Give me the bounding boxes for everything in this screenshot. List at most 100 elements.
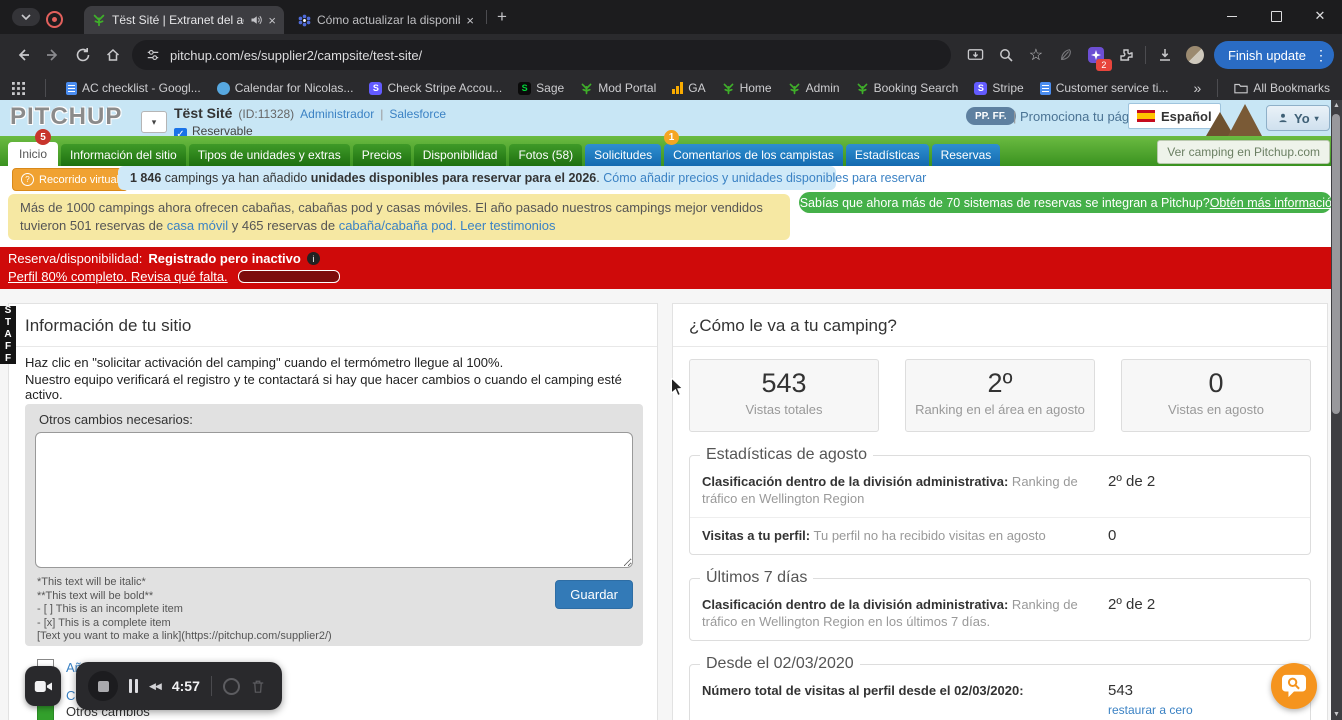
bookmark-item[interactable]: S Stripe <box>974 81 1024 95</box>
page-scrollbar[interactable]: ▲ ▼ <box>1331 100 1342 720</box>
browser-menu-icon[interactable]: ⋮ <box>1314 47 1328 64</box>
tab-informacion-del-sitio[interactable]: Información del sitio <box>61 144 186 166</box>
forward-button[interactable] <box>38 40 68 70</box>
rewind-icon[interactable]: ◀◀ <box>149 681 162 692</box>
bookmark-item[interactable]: Mod Portal <box>580 81 656 95</box>
pitchup-icon <box>789 83 800 94</box>
ppff-badge[interactable]: PP. FF. <box>966 107 1016 125</box>
reload-button[interactable] <box>68 40 98 70</box>
bookmark-star-icon[interactable]: ☆ <box>1021 40 1051 70</box>
restart-recording-icon[interactable] <box>222 677 240 695</box>
tab-tipos-de-unidades[interactable]: Tipos de unidades y extras <box>188 144 350 166</box>
site-info-icon[interactable] <box>146 48 160 62</box>
window-close-button[interactable]: ✕ <box>1298 0 1342 32</box>
tab-title: Tëst Sité | Extranet del admi <box>112 13 244 27</box>
bookmark-item[interactable]: Home <box>722 81 772 95</box>
testimonials-link[interactable]: Leer testimonios <box>460 218 555 233</box>
bookmark-item[interactable]: S Check Stripe Accou... <box>369 81 502 95</box>
staff-tab[interactable]: STAFF <box>0 305 16 365</box>
site-dropdown-button[interactable]: ▾ <box>141 111 167 133</box>
sage-icon: S <box>518 81 532 95</box>
section-last-7-days: Últimos 7 días Clasificación dentro de l… <box>689 569 1311 641</box>
logo-notification-badge: 5 <box>35 129 51 145</box>
profile-completeness-link[interactable]: Perfil 80% completo. Revisa qué falta. <box>8 269 228 284</box>
other-changes-textarea[interactable] <box>35 432 633 568</box>
all-bookmarks-button[interactable]: All Bookmarks <box>1234 81 1330 95</box>
extensions-puzzle-icon[interactable] <box>1111 40 1141 70</box>
bookmark-item[interactable]: GA <box>672 81 706 95</box>
tab-fotos[interactable]: Fotos (58) <box>509 144 583 166</box>
stat-card-ranking: 2º Ranking en el área en agosto <box>905 359 1095 432</box>
bookmark-item[interactable]: S Sage <box>518 81 564 95</box>
add-prices-link[interactable]: Cómo añadir precios y unidades disponibl… <box>603 171 926 185</box>
tab-close-icon[interactable]: × <box>268 13 276 28</box>
info-icon[interactable]: i <box>306 252 320 265</box>
cabin-pod-link[interactable]: cabaña/cabaña pod. <box>339 218 457 233</box>
activation-instructions: Haz clic en "solicitar activación del ca… <box>25 355 504 370</box>
bookmark-item[interactable]: Booking Search <box>856 81 958 95</box>
tab-solicitudes[interactable]: Solicitudes <box>585 144 662 166</box>
bookmark-item[interactable]: Admin <box>788 81 840 95</box>
bookmarks-overflow-button[interactable]: » <box>1194 80 1202 96</box>
extension-purple-icon[interactable]: 2 <box>1081 40 1112 71</box>
tab-estadisticas[interactable]: Estadísticas <box>845 144 929 166</box>
tab-inicio[interactable]: Inicio <box>8 142 59 166</box>
recording-time: 4:57 <box>171 678 200 694</box>
save-button[interactable]: Guardar <box>555 580 633 609</box>
administrator-link[interactable]: Administrador <box>300 107 374 121</box>
home-button[interactable] <box>98 40 128 70</box>
tab-reservas[interactable]: Reservas <box>931 144 1001 166</box>
camera-toggle-button[interactable] <box>25 666 61 706</box>
bookmark-item[interactable]: Customer service ti... <box>1039 81 1168 95</box>
view-site-button[interactable]: Ver camping en Pitchup.com <box>1157 140 1330 164</box>
tab-disponibilidad[interactable]: Disponibilidad <box>413 144 507 166</box>
browser-tab-active[interactable]: Tëst Sité | Extranet del admi × <box>84 6 284 34</box>
back-button[interactable] <box>8 40 38 70</box>
address-bar[interactable]: pitchup.com/es/supplier2/campsite/test-s… <box>132 40 951 70</box>
bookmark-item[interactable]: AC checklist - Googl... <box>66 81 201 95</box>
apps-grid-icon[interactable] <box>12 81 25 95</box>
tab-search-button[interactable] <box>12 8 40 26</box>
pitchup-logo[interactable]: PITCHUP <box>10 103 122 131</box>
panel-title: Información de tu sitio <box>9 304 657 347</box>
tab-close-icon[interactable]: × <box>466 13 474 28</box>
delete-recording-icon[interactable] <box>251 679 265 694</box>
pause-recording-button[interactable] <box>129 679 138 693</box>
cabins-banner: Más de 1000 campings ahora ofrecen cabañ… <box>8 194 790 240</box>
profile-avatar[interactable] <box>1180 40 1210 70</box>
scroll-up-arrow[interactable]: ▲ <box>1331 102 1342 109</box>
browser-tab-inactive[interactable]: Cómo actualizar la disponibilid × <box>290 6 482 34</box>
other-changes-label: Otros cambios necesarios: <box>39 412 193 427</box>
learn-more-link[interactable]: Obtén más información <box>1210 196 1339 210</box>
downloads-icon[interactable] <box>1150 40 1180 70</box>
salesforce-link[interactable]: Salesforce <box>389 107 446 121</box>
stat-row: Clasificación dentro de la división admi… <box>702 473 1156 506</box>
mobile-home-link[interactable]: casa móvil <box>167 218 228 233</box>
spain-flag-icon <box>1137 110 1155 122</box>
scroll-down-arrow[interactable]: ▼ <box>1331 711 1342 718</box>
stat-cards: 543 Vistas totales 2º Ranking en el área… <box>689 359 1311 432</box>
bookmark-item[interactable]: Calendar for Nicolas... <box>216 81 353 95</box>
zoom-icon[interactable] <box>991 40 1021 70</box>
section-august-stats: Estadísticas de agosto Clasificación den… <box>689 446 1311 555</box>
markdown-help: *This text will be italic* **This text w… <box>37 576 332 642</box>
help-chat-button[interactable] <box>1271 663 1317 709</box>
user-menu-button[interactable]: Yo ▾ <box>1266 105 1330 131</box>
tab-precios[interactable]: Precios <box>352 144 411 166</box>
tab-comentarios[interactable]: Comentarios de los campistas <box>664 144 843 166</box>
finish-update-button[interactable]: Finish update ⋮ <box>1213 41 1334 69</box>
window-minimize-button[interactable] <box>1210 0 1254 32</box>
window-maximize-button[interactable] <box>1254 0 1298 32</box>
browser-tab-strip: Tëst Sité | Extranet del admi × Cómo act… <box>0 0 1342 34</box>
stop-recording-button[interactable] <box>88 671 118 701</box>
screen-capture-icon[interactable] <box>961 40 991 70</box>
scrollbar-thumb[interactable] <box>1332 114 1340 414</box>
reset-to-zero-link[interactable]: restaurar a cero <box>1108 703 1298 717</box>
extension-feather-icon[interactable] <box>1051 40 1081 70</box>
pitchup-icon <box>723 83 733 94</box>
other-changes-box: Otros cambios necesarios: *This text wil… <box>25 404 643 646</box>
tab-audio-icon[interactable] <box>250 14 263 26</box>
new-tab-button[interactable]: + <box>497 7 507 27</box>
chat-search-icon <box>1282 674 1306 698</box>
virtual-tour-button[interactable]: ? Recorrido virtual <box>12 168 129 191</box>
